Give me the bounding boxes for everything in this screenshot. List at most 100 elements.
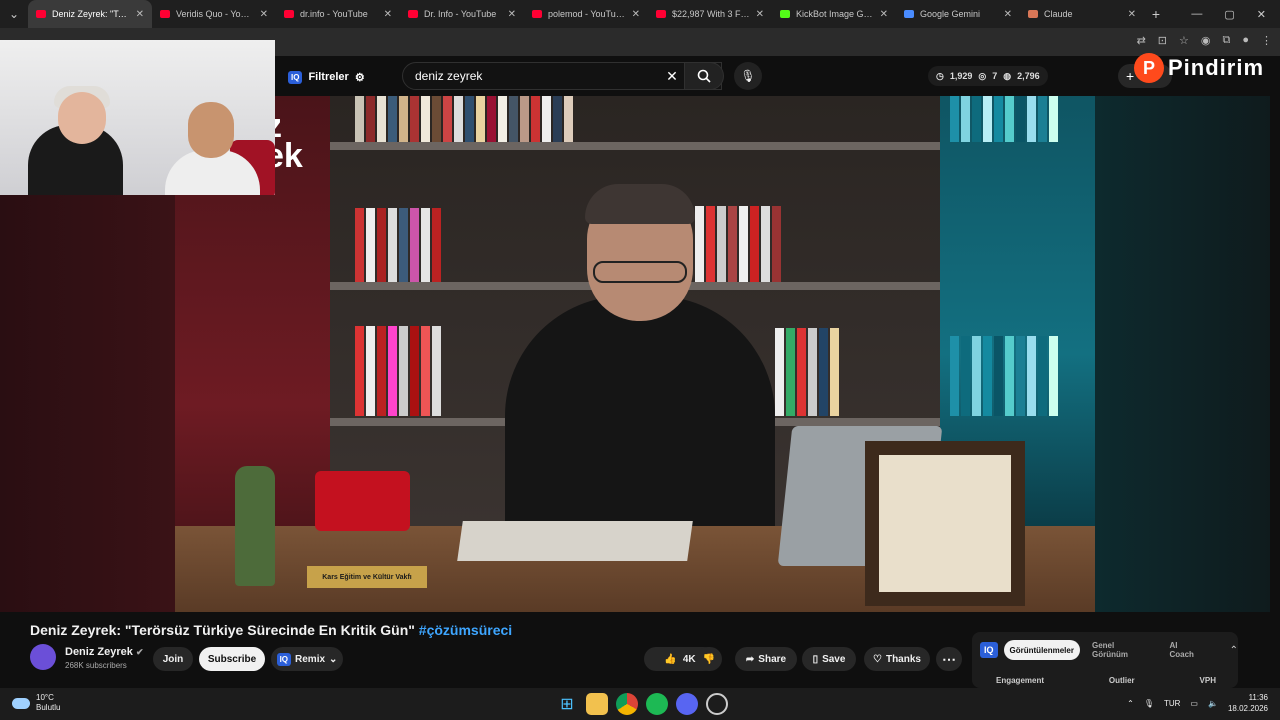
tab-favicon-icon bbox=[656, 10, 666, 18]
translate-icon[interactable]: ⇄ bbox=[1137, 34, 1146, 47]
tab-genel-gorunum[interactable]: Genel Görünüm bbox=[1086, 640, 1158, 660]
new-tab-plus-icon[interactable]: + bbox=[1144, 6, 1168, 22]
globe-icon: ◍ bbox=[1003, 70, 1012, 81]
close-window-icon[interactable]: ✕ bbox=[1257, 8, 1266, 21]
weather-widget[interactable]: 10°C Bulutlu bbox=[12, 693, 60, 713]
vidiq-stats-pill[interactable]: ◷ 1,929 ◎ 7 ◍ 2,796 bbox=[928, 66, 1048, 86]
close-tab-icon[interactable]: ✕ bbox=[260, 9, 268, 20]
filter-label: Filtreler bbox=[308, 71, 349, 83]
video-player[interactable]: z ek Kars Eğitim ve Kültür Vakfı bbox=[175, 96, 1095, 612]
browser-tab[interactable]: dr.info - YouTube ✕ bbox=[276, 0, 400, 28]
filter-button[interactable]: IQ Filtreler ⚙ bbox=[280, 66, 373, 88]
taskbar-apps: ⊞ bbox=[556, 693, 728, 715]
puzzle-extensions-icon[interactable]: ⧉ bbox=[1222, 34, 1230, 47]
streamer-right-face bbox=[188, 102, 234, 158]
join-button[interactable]: Join bbox=[153, 647, 193, 671]
browser-tab[interactable]: Dr. Info - YouTube ✕ bbox=[400, 0, 524, 28]
desk-plaque: Kars Eğitim ve Kültür Vakfı bbox=[307, 566, 427, 588]
browser-tab[interactable]: KickBot Image Generator ✕ bbox=[772, 0, 896, 28]
install-app-icon[interactable]: ⊡ bbox=[1158, 34, 1167, 47]
close-tab-icon[interactable]: ✕ bbox=[384, 9, 392, 20]
obs-icon[interactable] bbox=[706, 693, 728, 715]
display-icon[interactable]: ▭ bbox=[1190, 699, 1198, 708]
volume-icon[interactable]: 🔈 bbox=[1208, 699, 1218, 708]
close-tab-icon[interactable]: ✕ bbox=[756, 9, 764, 20]
tab-title: Dr. Info - YouTube bbox=[424, 9, 497, 19]
sliders-icon: ⚙ bbox=[354, 71, 365, 84]
maximize-icon[interactable]: ▢ bbox=[1224, 8, 1234, 21]
video-title-text: Deniz Zeyrek: "Terörsüz Türkiye Sürecind… bbox=[30, 622, 415, 638]
browser-tab[interactable]: $22,987 With 3 Faceless ✕ bbox=[648, 0, 772, 28]
stat-views: 1,929 bbox=[949, 71, 973, 81]
close-tab-icon[interactable]: ✕ bbox=[136, 9, 144, 20]
tab-title: KickBot Image Generator bbox=[796, 9, 874, 19]
iq-logo-icon: IQ bbox=[980, 642, 998, 658]
portrait-frame bbox=[865, 441, 1025, 606]
extension-icon[interactable]: ◉ bbox=[1201, 34, 1211, 47]
kebab-menu-icon[interactable]: ⋮ bbox=[1261, 34, 1272, 47]
remix-button[interactable]: IQ Remix ⌄ bbox=[271, 647, 343, 671]
close-tab-icon[interactable]: ✕ bbox=[1004, 9, 1012, 20]
tray-chevron-up-icon[interactable]: ⌃ bbox=[1127, 699, 1134, 708]
tab-goruntulenmeler[interactable]: Görüntülenmeler bbox=[1003, 640, 1080, 660]
discord-icon[interactable] bbox=[676, 693, 698, 715]
search-input-value: deniz zeyrek bbox=[415, 69, 483, 83]
language-indicator[interactable]: TUR bbox=[1164, 699, 1180, 708]
voice-search-mic-icon[interactable]: 🎙 bbox=[734, 62, 762, 90]
close-tab-icon[interactable]: ✕ bbox=[632, 9, 640, 20]
spotify-icon[interactable] bbox=[646, 693, 668, 715]
browser-tab[interactable]: polemod - YouTube ✕ bbox=[524, 0, 648, 28]
search-icon bbox=[697, 69, 711, 83]
tab-search-chevron-icon[interactable]: ⌄ bbox=[0, 0, 28, 28]
shelf-plank bbox=[330, 142, 940, 150]
dislike-button[interactable]: 👎 bbox=[696, 647, 722, 671]
bookmark-star-icon[interactable]: ☆ bbox=[1179, 34, 1189, 47]
share-button[interactable]: ➦ Share bbox=[735, 647, 797, 671]
browser-tab[interactable]: Google Gemini ✕ bbox=[896, 0, 1020, 28]
browser-tab-bar: ⌄ Deniz Zeyrek: "Terörsüz✕Veridis Quo - … bbox=[0, 0, 1280, 28]
hashtag-link[interactable]: #çözümsüreci bbox=[419, 622, 512, 638]
player-ambient-right bbox=[1095, 96, 1270, 612]
pindirim-wordmark: Pindirim bbox=[1168, 55, 1265, 80]
thanks-label: Thanks bbox=[885, 653, 921, 665]
thanks-button[interactable]: ♡ Thanks bbox=[864, 647, 930, 671]
chevron-up-icon[interactable]: ⌃ bbox=[1230, 645, 1238, 656]
presenter-hair bbox=[585, 184, 695, 224]
close-tab-icon[interactable]: ✕ bbox=[1128, 9, 1136, 20]
tab-favicon-icon bbox=[408, 10, 418, 18]
col-engagement: Engagement bbox=[996, 676, 1045, 685]
browser-tab[interactable]: Deniz Zeyrek: "Terörsüz ✕ bbox=[28, 0, 152, 28]
book-row bbox=[355, 208, 441, 282]
clear-search-icon[interactable]: ✕ bbox=[660, 62, 684, 90]
minimize-icon[interactable]: — bbox=[1191, 8, 1202, 21]
search-button[interactable] bbox=[684, 62, 724, 90]
col-outlier: Outlier bbox=[1108, 676, 1135, 685]
book-row bbox=[355, 96, 573, 142]
close-tab-icon[interactable]: ✕ bbox=[508, 9, 516, 20]
channel-avatar[interactable] bbox=[30, 644, 56, 670]
close-tab-icon[interactable]: ✕ bbox=[880, 9, 888, 20]
vidiq-columns: Engagement Outlier VPH bbox=[996, 676, 1216, 685]
address-bar-icons: ⇄ ⊡ ☆ ◉ ⧉ ● ⋮ bbox=[1137, 34, 1272, 47]
chrome-icon[interactable] bbox=[616, 693, 638, 715]
subscribe-button[interactable]: Subscribe bbox=[199, 647, 265, 671]
browser-tab[interactable]: Veridis Quo - YouTube ✕ bbox=[152, 0, 276, 28]
windows-taskbar: 10°C Bulutlu ⊞ ⌃ 🎙 TUR ▭ 🔈 11:36 18.02.2… bbox=[0, 688, 1280, 720]
save-button[interactable]: ▯ Save bbox=[802, 647, 856, 671]
tab-title: Veridis Quo - YouTube bbox=[176, 9, 254, 19]
clock[interactable]: 11:36 18.02.2026 bbox=[1228, 692, 1268, 714]
channel-name[interactable]: Deniz Zeyrek ✔ bbox=[65, 646, 143, 658]
profile-avatar-icon[interactable]: ● bbox=[1242, 34, 1249, 47]
windows-start-icon[interactable]: ⊞ bbox=[556, 693, 578, 715]
tab-favicon-icon bbox=[1028, 10, 1038, 18]
subscriber-count: 268K subscribers bbox=[65, 661, 127, 670]
browser-tab[interactable]: Claude ✕ bbox=[1020, 0, 1144, 28]
book-row bbox=[775, 328, 839, 416]
tab-ai-coach[interactable]: AI Coach bbox=[1163, 640, 1209, 660]
thanks-heart-icon: ♡ bbox=[873, 653, 882, 665]
more-actions-icon[interactable]: ⋯ bbox=[936, 647, 962, 671]
microphone-icon[interactable]: 🎙 bbox=[1144, 699, 1154, 708]
file-explorer-icon[interactable] bbox=[586, 693, 608, 715]
thumbs-down-icon: 👎 bbox=[702, 653, 716, 665]
presenter-body bbox=[505, 296, 775, 556]
